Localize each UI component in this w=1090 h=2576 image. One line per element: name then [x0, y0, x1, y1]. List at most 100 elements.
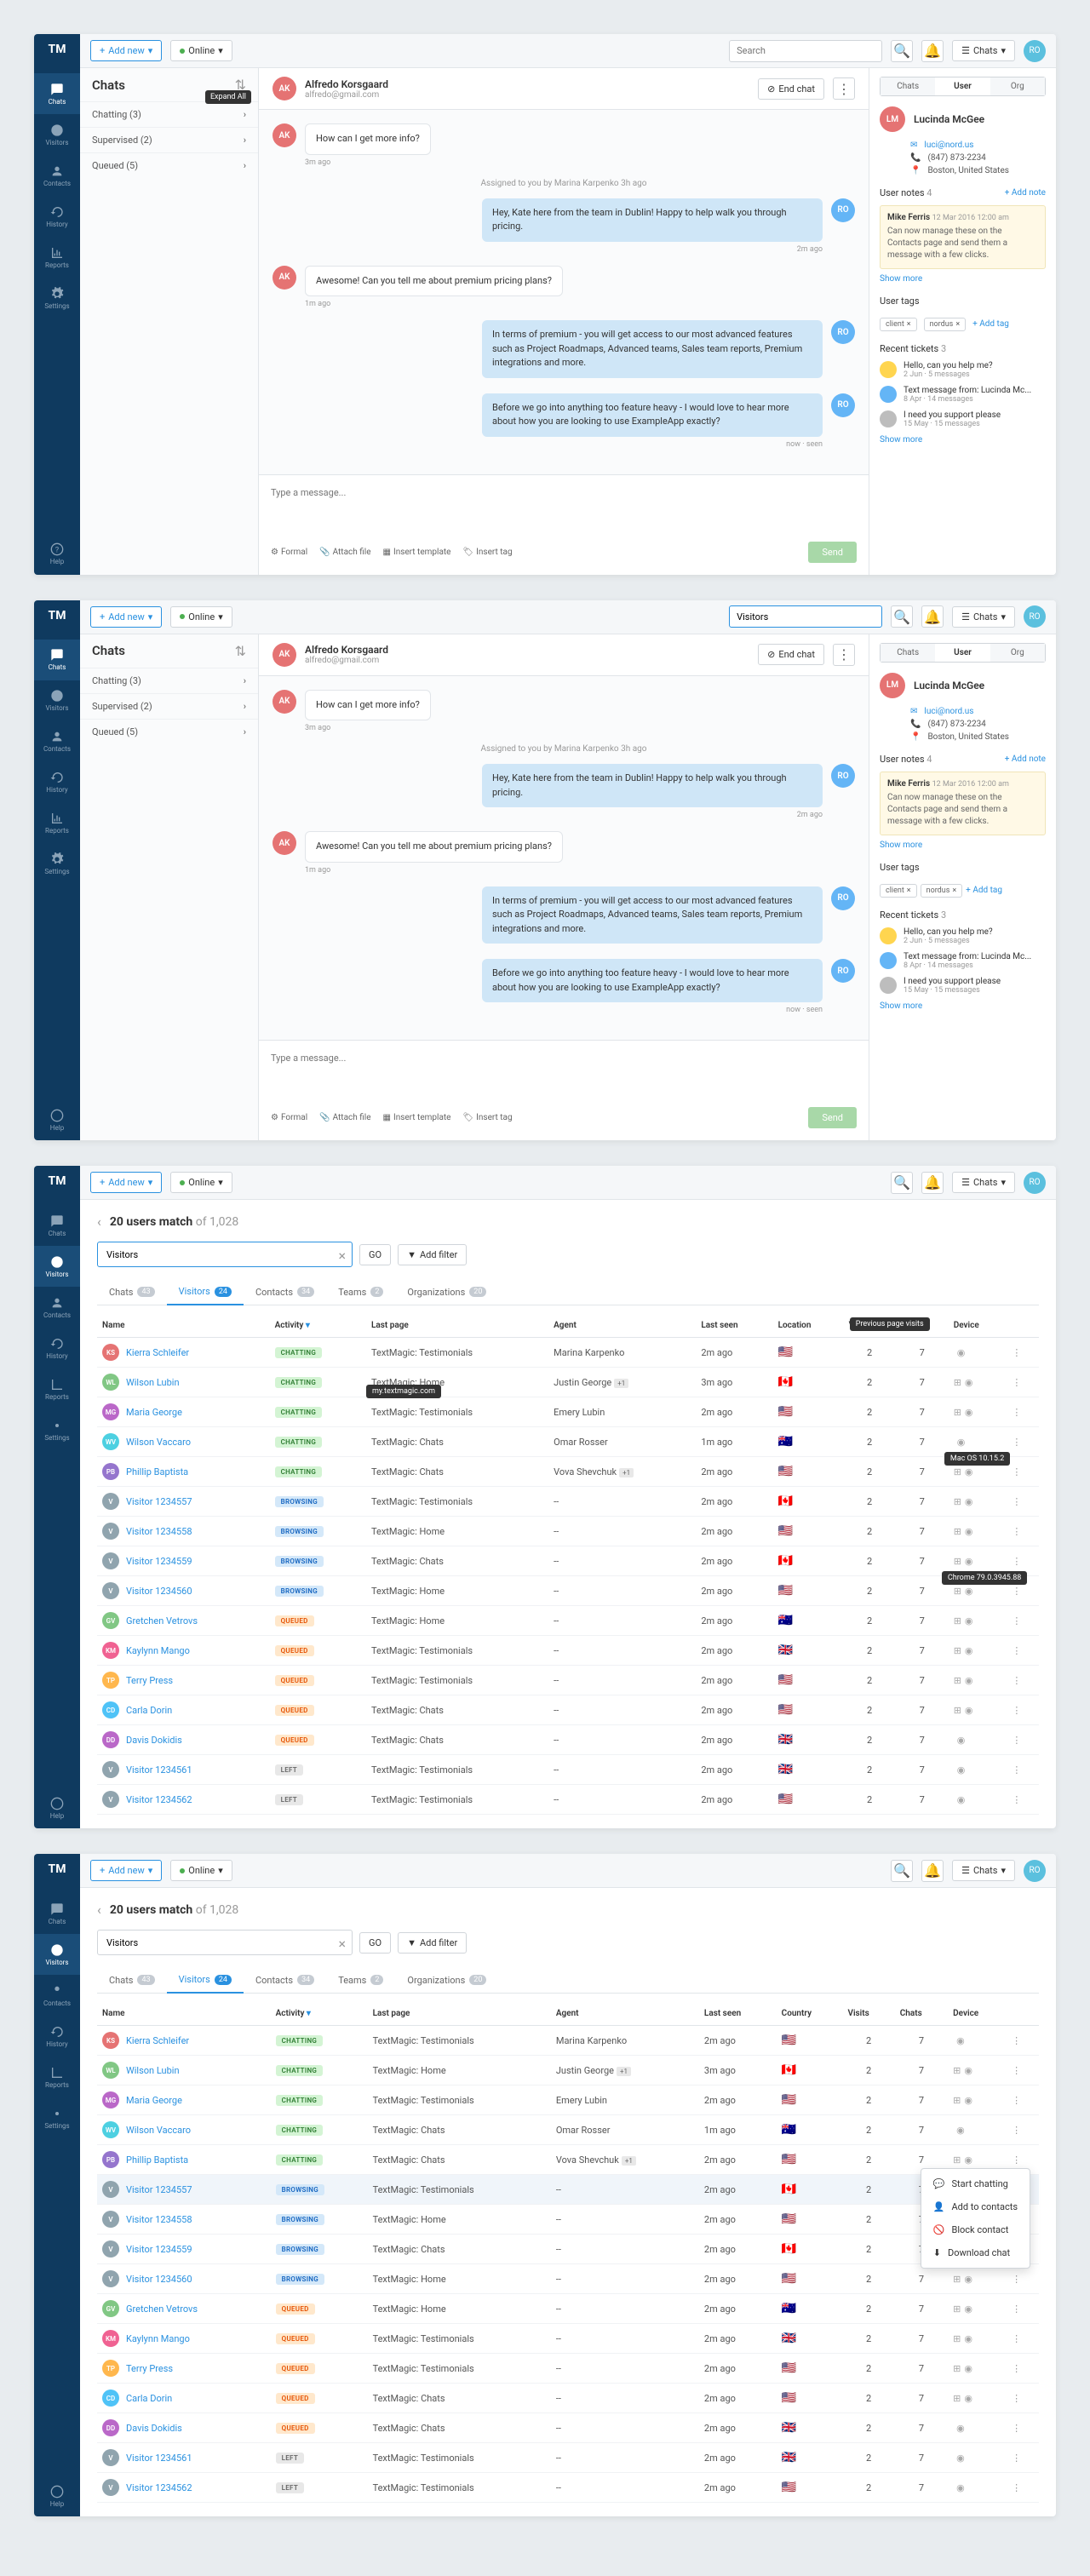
- attach-file-button[interactable]: 📎 Attach file: [319, 1113, 370, 1122]
- table-row[interactable]: CDCarla Dorin QUEUED TextMagic: Chats --…: [97, 2384, 1039, 2413]
- visitor-name-link[interactable]: Visitor 1234559: [126, 1556, 192, 1567]
- table-row[interactable]: VVisitor 1234562 LEFT TextMagic: Testimo…: [97, 2473, 1039, 2503]
- column-header[interactable]: Name: [97, 1314, 270, 1338]
- nav-help[interactable]: ?Help: [34, 534, 80, 575]
- ticket-item[interactable]: Hello, can you help me?2 Jun · 5 message…: [880, 361, 1046, 379]
- filter-tab[interactable]: Visitors 24: [167, 1279, 244, 1305]
- insert-tag-button[interactable]: 🏷 Insert tag: [462, 1113, 512, 1122]
- nav-history[interactable]: History: [34, 196, 80, 237]
- column-header[interactable]: Name: [97, 2002, 271, 2026]
- user-avatar[interactable]: RO: [1024, 1860, 1046, 1882]
- search-icon-button[interactable]: 🔍: [891, 40, 913, 62]
- visitor-name-link[interactable]: Terry Press: [126, 2363, 173, 2374]
- row-menu-button[interactable]: ⋮: [1012, 2303, 1021, 2315]
- row-menu-button[interactable]: ⋮: [1012, 1794, 1021, 1805]
- visitor-name-link[interactable]: Carla Dorin: [126, 2393, 172, 2404]
- row-menu-button[interactable]: ⋮: [1012, 1586, 1021, 1597]
- tab-user[interactable]: User: [935, 77, 990, 95]
- end-chat-button[interactable]: ⊘ End chat: [758, 78, 824, 100]
- cat-supervised[interactable]: Supervised (2)›: [80, 693, 258, 719]
- column-header[interactable]: Last seen: [699, 2002, 777, 2026]
- row-menu-button[interactable]: ⋮: [1012, 2333, 1021, 2344]
- filter-tab[interactable]: Teams 2: [326, 1279, 395, 1305]
- notifications-button[interactable]: 🔔: [921, 1860, 944, 1882]
- go-button[interactable]: GO: [359, 1932, 391, 1954]
- global-search-input[interactable]: [729, 605, 882, 628]
- chats-dropdown-button[interactable]: ☰ Chats ▾: [952, 606, 1015, 628]
- add-new-button[interactable]: + Add new ▾: [90, 1860, 162, 1881]
- send-button[interactable]: Send: [808, 542, 857, 563]
- add-new-button[interactable]: + Add new ▾: [90, 606, 162, 628]
- row-menu-button[interactable]: ⋮: [1012, 1705, 1021, 1716]
- visitor-name-link[interactable]: Davis Dokidis: [126, 2423, 182, 2434]
- nav-history[interactable]: History: [34, 2016, 80, 2057]
- nav-visitors[interactable]: Visitors: [34, 1934, 80, 1975]
- visitor-name-link[interactable]: Phillip Baptista: [126, 1466, 188, 1477]
- add-tag-link[interactable]: + Add tag: [966, 886, 1002, 895]
- visitor-name-link[interactable]: Wilson Vaccaro: [126, 2125, 191, 2136]
- formal-toggle[interactable]: ⚙ Formal: [271, 1113, 307, 1122]
- back-button[interactable]: ‹: [97, 1213, 101, 1230]
- filter-tab[interactable]: Contacts 34: [244, 1967, 326, 1993]
- chats-dropdown-button[interactable]: ☰ Chats ▾: [952, 1172, 1015, 1193]
- visitor-name-link[interactable]: Visitor 1234558: [126, 1526, 192, 1537]
- nav-help[interactable]: Help: [34, 1787, 80, 1828]
- row-menu-button[interactable]: ⋮: [1012, 2125, 1021, 2136]
- table-row[interactable]: VVisitor 1234561 LEFT TextMagic: Testimo…: [97, 2443, 1039, 2473]
- more-menu-button[interactable]: ⋮: [833, 644, 855, 666]
- table-row[interactable]: VVisitor 1234560 BROWSING TextMagic: Hom…: [97, 1576, 1039, 1606]
- table-row[interactable]: VVisitor 1234561 LEFT TextMagic: Testimo…: [97, 1755, 1039, 1785]
- filter-tab[interactable]: Organizations 20: [395, 1967, 498, 1993]
- nav-contacts[interactable]: Contacts: [34, 155, 80, 196]
- row-menu-button[interactable]: ⋮: [1012, 1764, 1021, 1776]
- nav-help[interactable]: Help: [34, 2476, 80, 2516]
- table-row[interactable]: PBPhillip Baptista CHATTING TextMagic: C…: [97, 2145, 1039, 2175]
- visitor-name-link[interactable]: Davis Dokidis: [126, 1735, 182, 1746]
- table-row[interactable]: WLWilson Lubin CHATTING TextMagic: Homem…: [97, 1368, 1039, 1397]
- filter-search-input[interactable]: [97, 1930, 353, 1955]
- search-icon-button[interactable]: 🔍: [891, 605, 913, 628]
- row-menu-button[interactable]: ⋮: [1012, 2453, 1021, 2464]
- visitor-name-link[interactable]: Kierra Schleifer: [126, 2035, 189, 2046]
- nav-contacts[interactable]: Contacts: [34, 1287, 80, 1328]
- row-menu-button[interactable]: ⋮: [1012, 1556, 1021, 1567]
- notifications-button[interactable]: 🔔: [921, 605, 944, 628]
- visitor-name-link[interactable]: Terry Press: [126, 1675, 173, 1686]
- filter-tab[interactable]: Chats 43: [97, 1967, 167, 1993]
- cat-chatting[interactable]: Chatting (3)›: [80, 668, 258, 693]
- cat-queued[interactable]: Queued (5)›: [80, 152, 258, 178]
- table-row[interactable]: KSKierra Schleifer CHATTING TextMagic: T…: [97, 2026, 1039, 2056]
- insert-template-button[interactable]: ▦ Insert template: [383, 1113, 451, 1122]
- more-menu-button[interactable]: ⋮: [833, 77, 855, 100]
- user-avatar[interactable]: RO: [1024, 40, 1046, 62]
- row-menu-button[interactable]: ⋮: [1012, 2393, 1021, 2404]
- column-header[interactable]: Agent: [548, 1314, 696, 1338]
- notifications-button[interactable]: 🔔: [921, 1172, 944, 1194]
- visitor-name-link[interactable]: Visitor 1234561: [126, 2453, 192, 2464]
- ticket-item[interactable]: Hello, can you help me?2 Jun · 5 message…: [880, 927, 1046, 945]
- row-menu-button[interactable]: ⋮: [1012, 2065, 1021, 2076]
- table-row[interactable]: WLWilson Lubin CHATTING TextMagic: Home …: [97, 2056, 1039, 2085]
- row-menu-button[interactable]: ⋮: [1012, 2363, 1021, 2374]
- row-menu-button[interactable]: ⋮: [1012, 2423, 1021, 2434]
- nav-reports[interactable]: Reports: [34, 1368, 80, 1409]
- column-header[interactable]: Visits: [842, 2002, 894, 2026]
- table-row[interactable]: VVisitor 1234559 BROWSING TextMagic: Cha…: [97, 2235, 1039, 2264]
- row-menu-button[interactable]: ⋮: [1012, 1526, 1021, 1537]
- row-menu-button[interactable]: ⋮: [1012, 1407, 1021, 1418]
- column-header[interactable]: Location: [773, 1314, 844, 1338]
- table-row[interactable]: KMKaylynn Mango QUEUED TextMagic: Testim…: [97, 1636, 1039, 1666]
- filter-tab[interactable]: Visitors 24: [167, 1967, 244, 1994]
- nav-chats[interactable]: Chats: [34, 1205, 80, 1246]
- table-row[interactable]: VVisitor 1234559 BROWSING TextMagic: Cha…: [97, 1546, 1039, 1576]
- column-header[interactable]: Country: [777, 2002, 843, 2026]
- tab-org[interactable]: Org: [990, 77, 1045, 95]
- table-row[interactable]: DDDavis Dokidis QUEUED TextMagic: Chats …: [97, 1725, 1039, 1755]
- nav-settings[interactable]: Settings: [34, 278, 80, 318]
- visitor-name-link[interactable]: Visitor 1234562: [126, 2482, 192, 2493]
- visitor-name-link[interactable]: Visitor 1234562: [126, 1794, 192, 1805]
- filter-search-input[interactable]: [97, 1242, 353, 1267]
- visitor-name-link[interactable]: Gretchen Vetrovs: [126, 2303, 198, 2315]
- row-menu-button[interactable]: ⋮: [1012, 2035, 1021, 2046]
- tickets-show-more[interactable]: Show more: [880, 1001, 1046, 1011]
